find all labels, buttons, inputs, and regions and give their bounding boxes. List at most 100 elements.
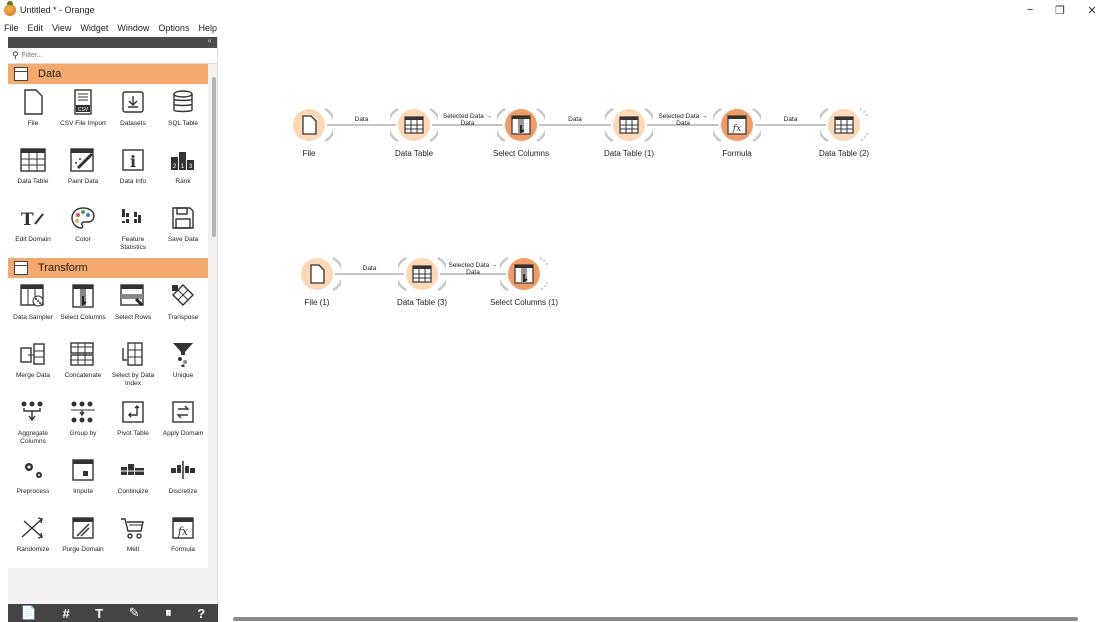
table-node-icon xyxy=(412,264,432,284)
canvas-horizontal-scrollbar[interactable] xyxy=(233,617,1078,621)
annotation-grid-icon[interactable]: # xyxy=(62,606,69,621)
rank-icon: 213 xyxy=(170,147,196,173)
widget-sql-table[interactable]: SQL Table xyxy=(158,84,208,142)
node-data-table[interactable]: Data Table xyxy=(390,103,438,158)
node-file[interactable]: File xyxy=(285,103,333,158)
text-annotation-icon[interactable]: T xyxy=(95,606,103,621)
discretize-icon xyxy=(170,457,196,483)
link-label[interactable]: Data xyxy=(761,116,821,123)
edit-domain-icon: T xyxy=(20,205,46,231)
widget-select-rows[interactable]: Select Rows xyxy=(108,278,158,336)
widget-csv-file-import[interactable]: CSV CSV File Import xyxy=(58,84,108,142)
menu-edit[interactable]: Edit xyxy=(28,23,44,33)
widget-edit-domain[interactable]: T Edit Domain xyxy=(8,200,58,258)
widget-data-sampler[interactable]: Data Sampler xyxy=(8,278,58,336)
restore-button[interactable]: ❐ xyxy=(1046,2,1074,18)
widget-datasets[interactable]: Datasets xyxy=(108,84,158,142)
select-rows-icon xyxy=(120,283,146,309)
link-label[interactable]: Selected Data → Data xyxy=(653,113,713,127)
filter-field[interactable]: ⚲ xyxy=(8,48,217,64)
node-select-columns-1-[interactable]: Select Columns (1) xyxy=(490,252,558,307)
widget-save-data[interactable]: Save Data xyxy=(158,200,208,258)
widget-pivot-table[interactable]: Pivot Table xyxy=(108,394,158,452)
category-data[interactable]: Data xyxy=(8,64,208,84)
link-label[interactable]: Selected Data → Data xyxy=(443,262,503,276)
node-label: Data Table (3) xyxy=(396,298,448,307)
workflow-canvas[interactable]: File Data Table Select Columns Data Tabl… xyxy=(219,37,1110,617)
svg-text:i: i xyxy=(130,152,136,171)
widget-label: Color xyxy=(75,236,91,243)
close-button[interactable]: ✕ xyxy=(1078,2,1106,18)
widget-purge-domain[interactable]: Purge Domain xyxy=(58,510,108,568)
link-label[interactable]: Data xyxy=(340,265,400,272)
minimize-button[interactable]: − xyxy=(1016,2,1044,18)
node-data-table-2-[interactable]: Data Table (2) xyxy=(819,103,869,158)
file-icon xyxy=(20,89,46,115)
filter-input[interactable] xyxy=(21,52,172,59)
widget-label: Preprocess xyxy=(16,488,50,495)
widget-feature-statistics[interactable]: Feature Statistics xyxy=(108,200,158,258)
widget-preprocess[interactable]: Preprocess xyxy=(8,452,58,510)
widget-melt[interactable]: Melt xyxy=(108,510,158,568)
help-icon[interactable]: ? xyxy=(197,606,205,621)
menu-file[interactable]: File xyxy=(4,23,19,33)
category-icon xyxy=(14,67,28,81)
node-label: File (1) xyxy=(304,298,330,307)
sidebar-scrollbar[interactable] xyxy=(212,77,216,237)
node-data-table-3-[interactable]: Data Table (3) xyxy=(397,252,447,307)
node-select-columns[interactable]: Select Columns xyxy=(493,103,549,158)
node-label: Select Columns (1) xyxy=(489,298,559,307)
widget-formula[interactable]: fx Formula xyxy=(158,510,208,568)
widget-concatenate[interactable]: Concatenate xyxy=(58,336,108,394)
collapse-sidebar-button[interactable]: « xyxy=(208,36,212,45)
widget-label: Select by Data Index xyxy=(111,372,155,387)
menu-help[interactable]: Help xyxy=(198,23,217,33)
randomize-icon xyxy=(20,515,46,541)
new-file-icon[interactable]: 📄 xyxy=(21,605,37,621)
link-label[interactable]: Data xyxy=(545,116,605,123)
node-formula[interactable]: fx Formula xyxy=(713,103,761,158)
menu-options[interactable]: Options xyxy=(158,23,189,33)
widget-data-table[interactable]: Data Table xyxy=(8,142,58,200)
widget-continuize[interactable]: Continuize xyxy=(108,452,158,510)
menu-view[interactable]: View xyxy=(52,23,71,33)
node-file-1-[interactable]: File (1) xyxy=(293,252,341,307)
widget-discretize[interactable]: Discretize xyxy=(158,452,208,510)
widget-select-columns[interactable]: Select Columns xyxy=(58,278,108,336)
widget-label: Data Info xyxy=(119,178,147,185)
widget-randomize[interactable]: Randomize xyxy=(8,510,58,568)
widget-unique[interactable]: Unique xyxy=(158,336,208,394)
widget-categories: Data File CSV CSV File Import Datasets SQL Ta… xyxy=(8,64,217,568)
widget-color[interactable]: Color xyxy=(58,200,108,258)
widget-aggregate-columns[interactable]: Aggregate Columns xyxy=(8,394,58,452)
widget-paint-data[interactable]: Paint Data xyxy=(58,142,108,200)
widget-transpose[interactable]: Transpose xyxy=(158,278,208,336)
menu-window[interactable]: Window xyxy=(117,23,149,33)
link-label[interactable]: Data xyxy=(332,116,392,123)
aggregate-icon xyxy=(20,399,46,425)
widget-rank[interactable]: 2 1 3 Rank xyxy=(158,142,208,200)
apply-domain-icon xyxy=(170,399,196,425)
pause-icon[interactable]: ⏸ xyxy=(165,605,172,621)
widget-impute[interactable]: Impute xyxy=(58,452,108,510)
widget-label: Data Sampler xyxy=(13,314,53,321)
widget-label: Transpose xyxy=(167,314,199,321)
arrow-annotation-icon[interactable]: ✎ xyxy=(129,605,140,621)
widget-label: Edit Domain xyxy=(15,236,51,243)
link-source-label: Selected Data → xyxy=(658,113,708,120)
widget-data-info[interactable]: i Data Info xyxy=(108,142,158,200)
widget-label: Select Rows xyxy=(114,314,152,321)
widget-grid-data: File CSV CSV File Import Datasets SQL Table D… xyxy=(8,84,208,258)
category-transform[interactable]: Transform xyxy=(8,258,208,278)
link-label[interactable]: Selected Data → Data xyxy=(438,113,498,127)
select-columns-icon xyxy=(70,283,96,309)
widget-file[interactable]: File xyxy=(8,84,58,142)
widget-group-by[interactable]: Group by xyxy=(58,394,108,452)
palette-icon xyxy=(70,205,96,231)
widget-select-by-data-index[interactable]: Select by Data Index xyxy=(108,336,158,394)
widget-merge-data[interactable]: Merge Data xyxy=(8,336,58,394)
node-data-table-1-[interactable]: Data Table (1) xyxy=(604,103,654,158)
menu-widget[interactable]: Widget xyxy=(80,23,108,33)
widget-apply-domain[interactable]: Apply Domain xyxy=(158,394,208,452)
widget-label: File xyxy=(27,120,39,127)
